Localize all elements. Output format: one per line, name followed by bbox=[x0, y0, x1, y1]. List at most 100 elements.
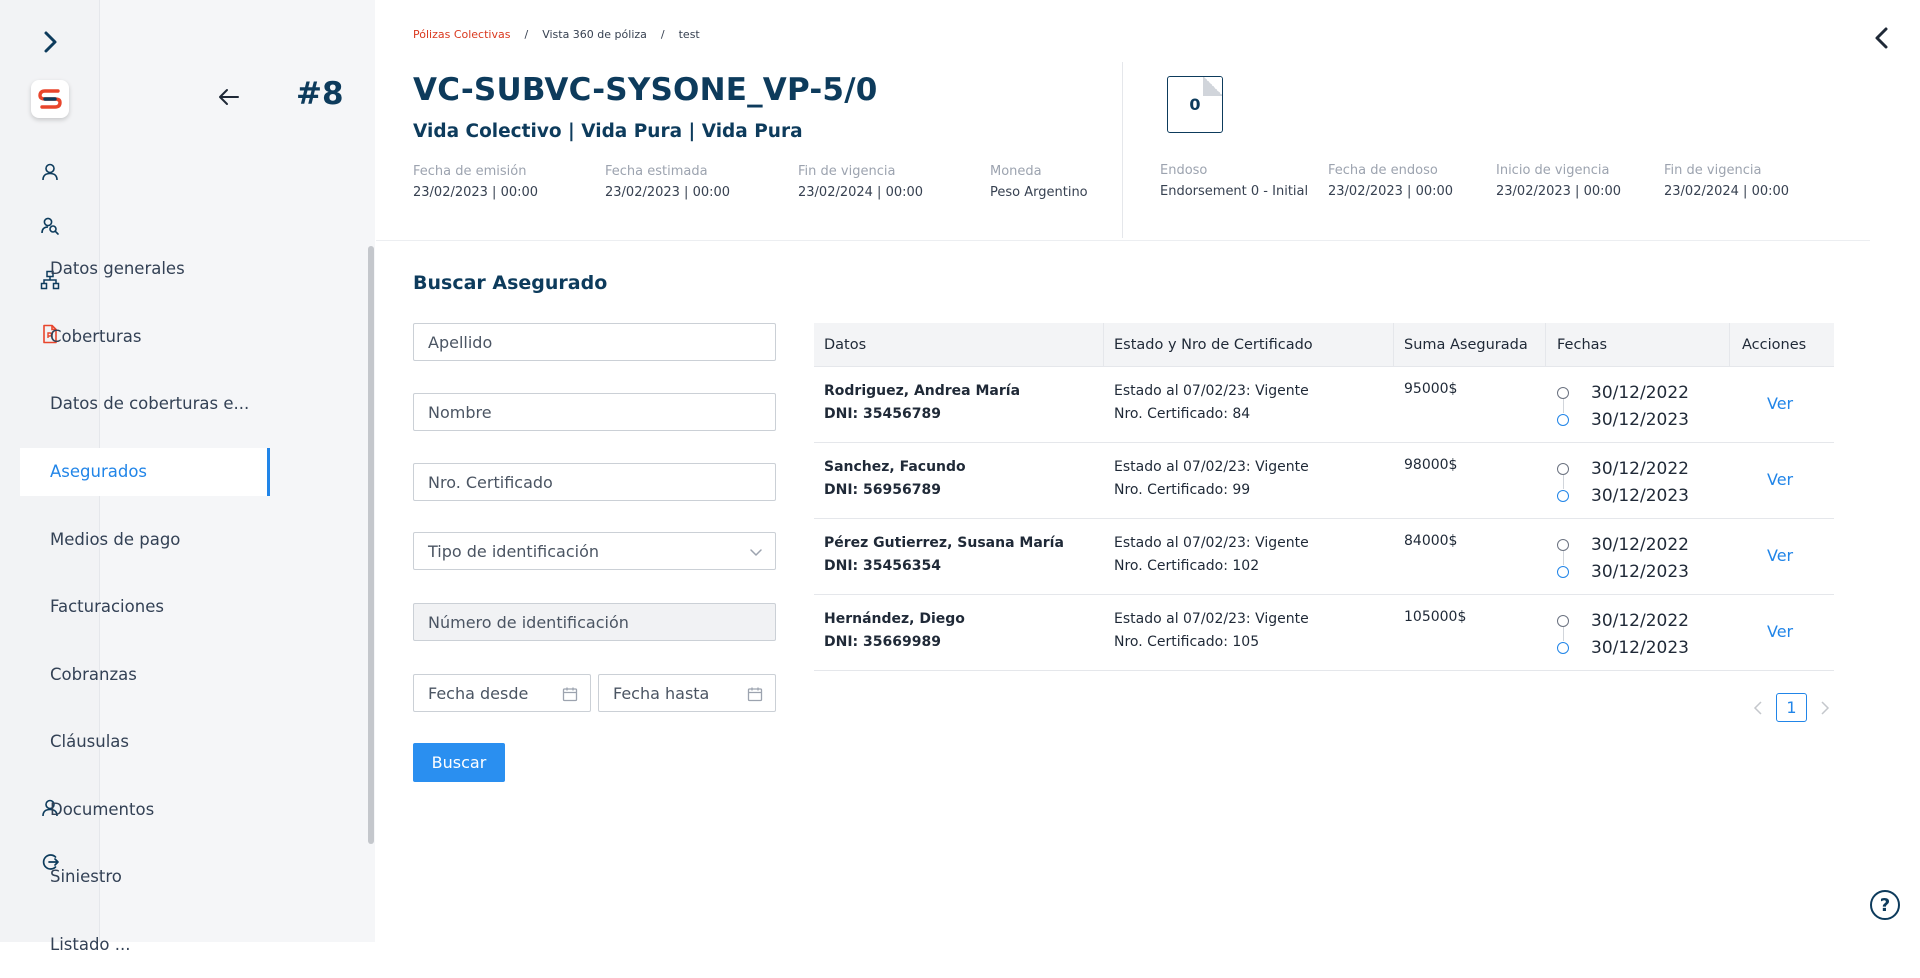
timeline-start-dot-icon bbox=[1557, 615, 1569, 627]
timeline-end-dot-icon bbox=[1557, 566, 1569, 578]
sidebar-item-cobranzas[interactable]: Cobranzas bbox=[20, 641, 270, 709]
meta-fecha-emision: Fecha de emisión 23/02/2023 | 00:00 bbox=[413, 164, 538, 200]
meta-moneda: Moneda Peso Argentino bbox=[990, 164, 1088, 200]
collapse-panel-button[interactable] bbox=[1868, 24, 1896, 52]
sidebar-scrollbar[interactable] bbox=[368, 246, 374, 844]
meta-label: Inicio de vigencia bbox=[1496, 163, 1621, 178]
insured-dni: DNI: 56956789 bbox=[824, 479, 941, 502]
sidebar-item-medios-de-pago[interactable]: Medios de pago bbox=[20, 506, 270, 574]
fecha-hasta-label: Fecha hasta bbox=[613, 684, 709, 703]
fecha-inicio: 30/12/2022 bbox=[1591, 459, 1689, 479]
ver-link[interactable]: Ver bbox=[1767, 546, 1793, 565]
page-title: VC-SUBVC-SYSONE_VP-5/0 bbox=[413, 72, 877, 108]
back-button[interactable] bbox=[214, 82, 244, 112]
page-fold-icon bbox=[1203, 76, 1223, 96]
timeline-end-dot-icon bbox=[1557, 642, 1569, 654]
column-separator bbox=[1393, 323, 1394, 367]
policy-number: #8 bbox=[296, 76, 344, 112]
column-separator bbox=[1729, 323, 1730, 367]
meta-value: Peso Argentino bbox=[990, 185, 1088, 200]
table-header: Datos Estado y Nro de Certificado Suma A… bbox=[814, 323, 1834, 367]
sidebar-item-coberturas[interactable]: Coberturas bbox=[20, 303, 270, 371]
meta-label: Fin de vigencia bbox=[798, 164, 923, 179]
fecha-inicio: 30/12/2022 bbox=[1591, 611, 1689, 631]
ver-link[interactable]: Ver bbox=[1767, 394, 1793, 413]
sidebar-item-facturaciones[interactable]: Facturaciones bbox=[20, 573, 270, 641]
meta-label: Moneda bbox=[990, 164, 1088, 179]
documents-count: 0 bbox=[1189, 95, 1200, 114]
breadcrumb-item[interactable]: Vista 360 de póliza bbox=[542, 28, 647, 41]
tipo-identificacion-select[interactable]: Tipo de identificación bbox=[413, 532, 776, 570]
calendar-icon bbox=[562, 686, 578, 702]
apellido-input[interactable] bbox=[414, 324, 775, 360]
fecha-desde-picker[interactable]: Fecha desde bbox=[413, 674, 591, 712]
select-value: Tipo de identificación bbox=[428, 542, 599, 561]
suma-asegurada: 105000$ bbox=[1404, 606, 1466, 629]
expand-menu-button[interactable] bbox=[0, 22, 100, 62]
insured-name: Rodriguez, Andrea María bbox=[824, 380, 1020, 403]
sidebar-item-siniestro[interactable]: Siniestro bbox=[20, 843, 270, 911]
nombre-field bbox=[413, 393, 776, 431]
numero-identificacion-input bbox=[414, 604, 775, 640]
column-header: Datos bbox=[824, 337, 866, 353]
chevron-right-icon bbox=[1820, 701, 1830, 715]
breadcrumb-item[interactable]: Pólizas Colectivas bbox=[413, 28, 510, 41]
calendar-icon bbox=[747, 686, 763, 702]
help-icon: ? bbox=[1880, 895, 1890, 916]
timeline-start-dot-icon bbox=[1557, 539, 1569, 551]
insured-dni: DNI: 35456789 bbox=[824, 403, 941, 426]
timeline-connector bbox=[1563, 399, 1564, 413]
meta-fin-vigencia-endoso: Fin de vigencia 23/02/2024 | 00:00 bbox=[1664, 163, 1789, 199]
estado-text: Estado al 07/02/23: Vigente bbox=[1114, 608, 1309, 631]
fechas-timeline: 30/12/202230/12/2023 bbox=[1557, 455, 1689, 509]
sidebar-item-datos-generales[interactable]: Datos generales bbox=[20, 235, 270, 303]
sidebar-item-listado[interactable]: Listado ... bbox=[20, 911, 270, 978]
meta-endoso: Endoso Endorsement 0 - Initial bbox=[1160, 163, 1308, 199]
fecha-desde-label: Fecha desde bbox=[428, 684, 528, 703]
sidebar-item-documentos[interactable]: Documentos bbox=[20, 776, 270, 844]
insured-name: Hernández, Diego bbox=[824, 608, 965, 631]
sidebar-item-datos-de-coberturas-e[interactable]: Datos de coberturas e... bbox=[20, 370, 270, 438]
estado-text: Estado al 07/02/23: Vigente bbox=[1114, 456, 1309, 479]
documents-counter[interactable]: 0 bbox=[1167, 76, 1223, 133]
sidebar-item-cláusulas[interactable]: Cláusulas bbox=[20, 708, 270, 776]
column-header: Fechas bbox=[1557, 337, 1607, 353]
pagination: 1 bbox=[1748, 693, 1835, 722]
page-number[interactable]: 1 bbox=[1776, 693, 1807, 722]
prev-page-button[interactable] bbox=[1748, 698, 1768, 718]
certificado-text: Nro. Certificado: 102 bbox=[1114, 555, 1259, 578]
meta-value: 23/02/2024 | 00:00 bbox=[798, 185, 923, 200]
rail-profile-button[interactable] bbox=[0, 152, 100, 192]
chevron-down-icon bbox=[749, 545, 763, 559]
breadcrumb-separator: / bbox=[524, 28, 528, 41]
sidebar-item-asegurados[interactable]: Asegurados bbox=[20, 448, 270, 496]
nombre-input[interactable] bbox=[414, 394, 775, 430]
certificado-input[interactable] bbox=[414, 464, 775, 500]
fechas-timeline: 30/12/202230/12/2023 bbox=[1557, 607, 1689, 661]
ver-link[interactable]: Ver bbox=[1767, 470, 1793, 489]
search-title: Buscar Asegurado bbox=[413, 272, 607, 294]
meta-label: Fecha de endoso bbox=[1328, 163, 1453, 178]
column-separator bbox=[1545, 323, 1546, 367]
fechas-timeline: 30/12/202230/12/2023 bbox=[1557, 379, 1689, 433]
asegurados-table: Datos Estado y Nro de Certificado Suma A… bbox=[814, 323, 1834, 671]
app-logo[interactable] bbox=[31, 80, 69, 118]
insured-name: Pérez Gutierrez, Susana María bbox=[824, 532, 1064, 555]
chevron-right-icon bbox=[41, 30, 59, 54]
ver-link[interactable]: Ver bbox=[1767, 622, 1793, 641]
certificado-text: Nro. Certificado: 99 bbox=[1114, 479, 1250, 502]
table-body: Rodriguez, Andrea MaríaDNI: 35456789 Esta… bbox=[814, 367, 1834, 671]
table-row: Sanchez, FacundoDNI: 56956789Estado al 0… bbox=[814, 443, 1834, 519]
meta-value: 23/02/2024 | 00:00 bbox=[1664, 184, 1789, 199]
suma-asegurada: 98000$ bbox=[1404, 454, 1457, 477]
next-page-button[interactable] bbox=[1815, 698, 1835, 718]
meta-fecha-endoso: Fecha de endoso 23/02/2023 | 00:00 bbox=[1328, 163, 1453, 199]
users-search-icon bbox=[40, 216, 60, 236]
page-subtitle: Vida Colectivo | Vida Pura | Vida Pura bbox=[413, 121, 803, 142]
buscar-button[interactable]: Buscar bbox=[413, 743, 505, 782]
sysone-logo-icon bbox=[37, 88, 63, 110]
header-divider bbox=[1122, 62, 1123, 238]
help-button[interactable]: ? bbox=[1870, 890, 1900, 920]
meta-fecha-estimada: Fecha estimada 23/02/2023 | 00:00 bbox=[605, 164, 730, 200]
fecha-hasta-picker[interactable]: Fecha hasta bbox=[598, 674, 776, 712]
